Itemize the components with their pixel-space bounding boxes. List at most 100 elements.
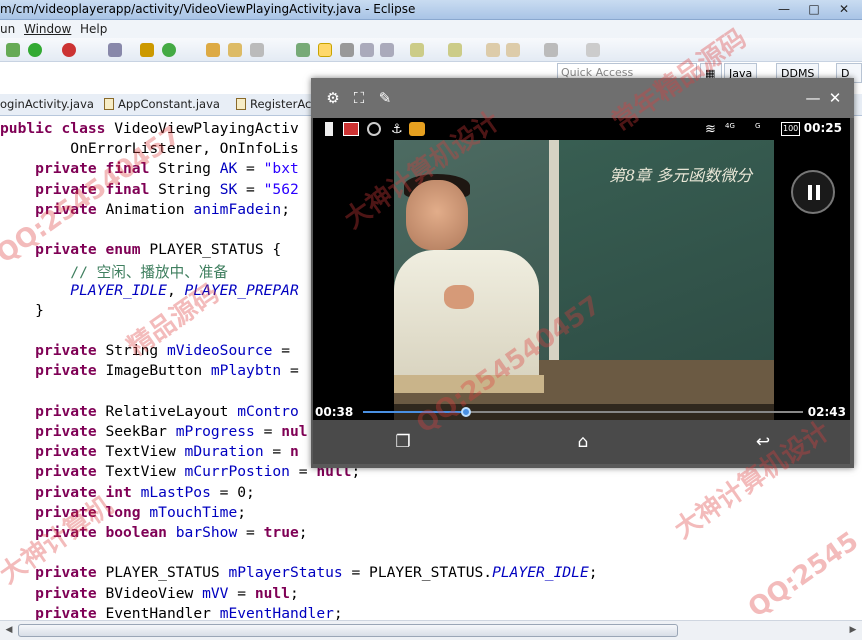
tab-register-activity[interactable]: RegisterActi — [236, 97, 319, 111]
pause-button[interactable] — [791, 170, 835, 214]
code-line[interactable]: private BVideoView mVV = null; — [0, 585, 299, 605]
open-folder-icon[interactable] — [206, 43, 220, 57]
prev-annotation-icon[interactable] — [448, 43, 462, 57]
code-line[interactable]: private long mTouchTime; — [0, 504, 246, 524]
code-token: private — [35, 564, 106, 582]
code-token: // 空闲、播放中、准备 — [70, 264, 228, 282]
show-whitespace-icon[interactable] — [360, 43, 374, 57]
back-icon[interactable] — [486, 43, 500, 57]
menu-help[interactable]: Help — [80, 22, 107, 36]
code-token: private — [35, 423, 106, 440]
sync-icon — [367, 122, 381, 136]
open-type-icon[interactable] — [228, 43, 242, 57]
code-token: PLAYER_PREPAR — [184, 281, 299, 299]
window-title: m/cm/videoplayerapp/activity/VideoViewPl… — [0, 2, 416, 16]
code-line[interactable]: private int mLastPos = 0; — [0, 484, 255, 504]
lecture-desk — [394, 375, 544, 393]
scrollbar-thumb[interactable] — [18, 624, 678, 637]
phone-emulator-window: ⚙ ⛶ ✎ — ✕ ⚓ ≋ 4G G 100 00:25 第8章 多元函数微分 — [311, 78, 854, 468]
code-token: ; — [237, 503, 247, 521]
code-line[interactable]: private enum PLAYER_STATUS { — [0, 241, 281, 261]
code-token: mLastPos — [140, 483, 211, 501]
code-line[interactable]: private ImageButton mPlaybtn = — [0, 362, 299, 382]
minimize-button[interactable]: — — [770, 0, 798, 18]
search-icon[interactable] — [250, 43, 264, 57]
maximize-button[interactable]: □ — [800, 0, 828, 18]
code-line[interactable]: private final String SK = "562 — [0, 181, 299, 201]
block-selection-icon[interactable] — [340, 43, 354, 57]
seek-bar[interactable]: 00:38 02:43 — [313, 404, 850, 420]
home-icon[interactable]: ⌂ — [571, 430, 595, 454]
recent-apps-icon[interactable]: ❐ — [391, 430, 415, 454]
gear-icon[interactable]: ⚙ — [323, 88, 343, 108]
annotation-icon[interactable] — [296, 43, 310, 57]
tab-app-constant[interactable]: AppConstant.java — [104, 97, 220, 111]
code-line[interactable]: public class VideoViewPlayingActiv — [0, 120, 299, 140]
skip-breakpoints-icon[interactable] — [108, 43, 122, 57]
horizontal-scrollbar[interactable]: ◀ ▶ — [0, 620, 862, 640]
code-token: String — [158, 180, 220, 198]
forward-icon[interactable] — [544, 43, 558, 57]
code-token: true — [263, 524, 299, 541]
code-token: ; — [289, 584, 299, 602]
code-line[interactable]: private boolean barShow = true; — [0, 524, 307, 544]
tab-login-activity[interactable]: oginActivity.java — [0, 97, 94, 111]
code-line[interactable]: private String mVideoSource = — [0, 342, 290, 362]
new-package-icon[interactable] — [140, 43, 154, 57]
code-line[interactable]: } — [0, 302, 44, 322]
tab-label: AppConstant.java — [118, 97, 220, 111]
main-toolbar — [0, 38, 862, 62]
code-token: nul — [281, 423, 308, 440]
fullscreen-icon[interactable]: ⛶ — [349, 88, 369, 108]
wifi-icon: ≋ — [705, 122, 716, 137]
pin-editor-icon[interactable] — [586, 43, 600, 57]
seek-track[interactable] — [363, 407, 803, 417]
code-token: public class — [0, 120, 115, 137]
edit-icon[interactable]: ✎ — [375, 88, 395, 108]
scroll-left-arrow-icon[interactable]: ◀ — [2, 624, 16, 637]
code-token: String — [158, 160, 220, 178]
code-token: , — [166, 281, 185, 299]
code-token: Animation — [105, 200, 194, 218]
code-line[interactable]: OnErrorListener, OnInfoLis — [0, 140, 298, 160]
code-token: barShow — [175, 524, 238, 541]
code-token: ImageButton — [105, 362, 211, 380]
menu-run[interactable]: un — [0, 22, 15, 36]
code-line[interactable]: private PLAYER_STATUS mPlayerStatus = PL… — [0, 564, 597, 584]
code-line[interactable]: private Animation animFadein; — [0, 201, 290, 221]
code-line[interactable]: private RelativeLayout mContro — [0, 403, 299, 423]
code-line[interactable]: private TextView mCurrPostion = null; — [0, 463, 360, 483]
next-annotation-icon[interactable] — [410, 43, 424, 57]
close-emulator-icon[interactable]: ✕ — [825, 88, 845, 108]
video-view[interactable]: 第8章 多元函数微分 00:38 02:43 — [313, 140, 850, 420]
back-history-icon[interactable] — [506, 43, 520, 57]
code-line[interactable]: // 空闲、播放中、准备 — [0, 261, 228, 281]
scroll-right-arrow-icon[interactable]: ▶ — [846, 624, 860, 637]
menu-window[interactable]: Window — [24, 22, 71, 36]
code-line[interactable]: private SeekBar mProgress = nul — [0, 423, 308, 443]
mark-occurrences-icon[interactable] — [318, 43, 332, 57]
new-class-icon[interactable] — [162, 43, 176, 57]
code-token: = PLAYER_STATUS. — [342, 564, 493, 582]
code-line[interactable]: PLAYER_IDLE, PLAYER_PREPAR — [0, 281, 299, 302]
run-icon[interactable] — [6, 43, 20, 57]
close-button[interactable]: ✕ — [830, 0, 858, 18]
minimize-emulator-icon[interactable]: — — [803, 88, 823, 108]
code-line[interactable]: private TextView mDuration = n — [0, 443, 299, 463]
code-line[interactable]: private final String AK = "bxt — [0, 160, 299, 180]
seek-thumb[interactable] — [460, 407, 471, 417]
seek-progress — [363, 411, 466, 413]
debug-icon[interactable] — [62, 43, 76, 57]
code-token: private boolean — [35, 524, 176, 541]
code-token: mContro — [237, 402, 299, 420]
paragraph-icon[interactable] — [380, 43, 394, 57]
run-green-icon[interactable] — [28, 43, 42, 57]
back-arrow-icon[interactable]: ↩ — [751, 430, 775, 454]
code-token: PLAYER_IDLE — [70, 281, 167, 299]
code-token: private int — [35, 483, 141, 501]
